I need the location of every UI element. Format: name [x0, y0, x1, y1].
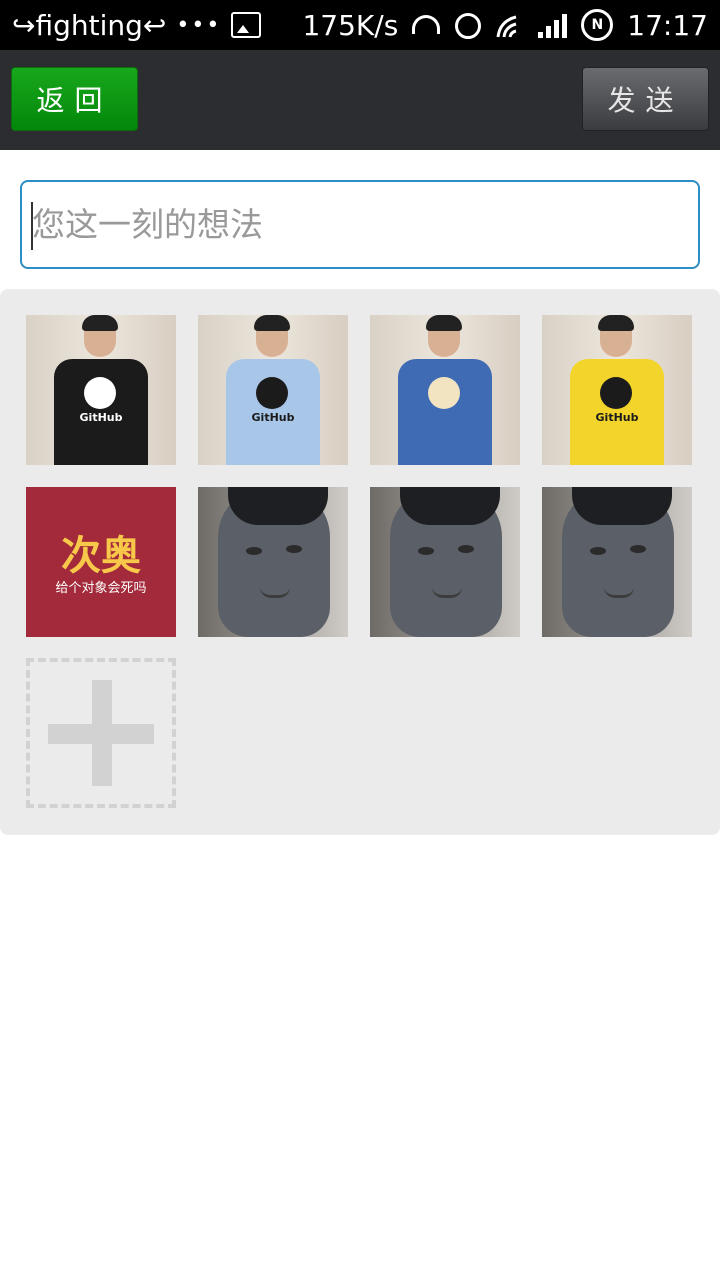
image-icon: [231, 12, 262, 38]
alarm-icon: [454, 11, 482, 39]
toolbar: 返回 发送: [0, 50, 720, 150]
photo-thumbnail[interactable]: [370, 487, 520, 637]
octocat-icon: [428, 377, 460, 409]
photo-thumbnail[interactable]: 次奥 给个对象会死吗: [26, 487, 176, 637]
banner-title: 次奥: [61, 532, 141, 579]
hair: [572, 487, 672, 525]
eye: [418, 547, 434, 555]
photo-thumbnail[interactable]: GitHub: [542, 315, 692, 465]
add-photo-button[interactable]: [26, 658, 176, 808]
hair: [426, 315, 462, 331]
photo-thumbnail[interactable]: GitHub: [198, 315, 348, 465]
nfc-icon: N: [581, 9, 614, 41]
hair: [82, 315, 118, 331]
hair: [598, 315, 634, 331]
thought-input[interactable]: [22, 182, 698, 267]
text-caret: [31, 202, 33, 250]
photo-thumbnail[interactable]: GitHub: [26, 315, 176, 465]
hair: [254, 315, 290, 331]
send-button[interactable]: 发送: [582, 67, 709, 131]
eye: [458, 545, 474, 553]
more-dots-icon: •••: [176, 12, 222, 38]
t-shirt: [398, 359, 492, 465]
shirt-text: GitHub: [79, 411, 123, 424]
eye: [630, 545, 646, 553]
signal-icon: [538, 12, 568, 38]
status-bar: ↪fighting↩ ••• 175K/s N 17:17: [0, 0, 720, 50]
octocat-icon: [84, 377, 116, 409]
shirt-text: GitHub: [595, 411, 639, 424]
photo-thumbnail[interactable]: [542, 487, 692, 637]
octocat-icon: [600, 377, 632, 409]
hair: [228, 487, 328, 525]
photo-thumbnail[interactable]: [198, 487, 348, 637]
back-button[interactable]: 返回: [11, 67, 138, 131]
carrier-text: ↪fighting↩: [12, 8, 167, 42]
eye: [246, 547, 262, 555]
hair: [400, 487, 500, 525]
eye: [286, 545, 302, 553]
plus-icon-stem: [92, 680, 112, 786]
net-speed: 175K/s: [302, 8, 399, 42]
photo-thumbnail[interactable]: [370, 315, 520, 465]
banner-subtitle: 给个对象会死吗: [55, 581, 147, 596]
octocat-icon: [256, 377, 288, 409]
wifi-icon: [496, 13, 524, 38]
compose-field[interactable]: [20, 180, 700, 269]
clock: 17:17: [627, 8, 708, 42]
headset-icon: [412, 11, 441, 39]
shirt-text: GitHub: [251, 411, 295, 424]
eye: [590, 547, 606, 555]
